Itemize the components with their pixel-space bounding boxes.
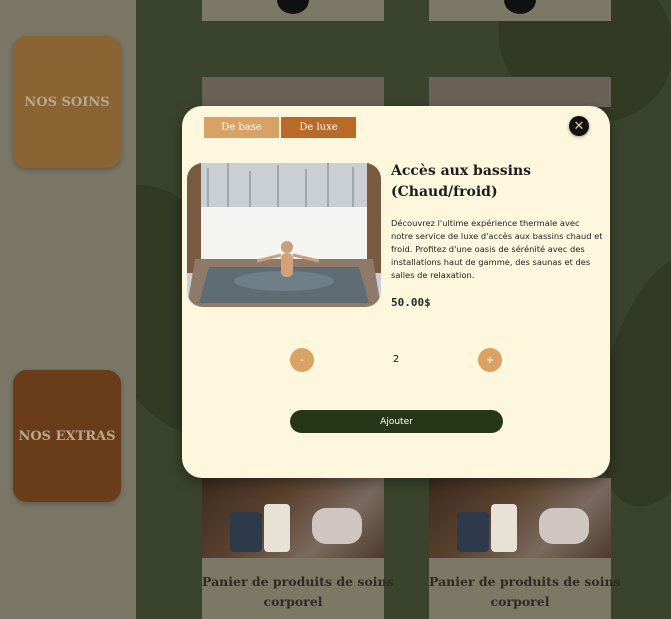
category-card-soins[interactable]: NOS SOINS [13,36,121,168]
product-title: Panier de produits de soins corporel [429,574,621,609]
product-icon [277,0,309,14]
add-button-label: Ajouter [380,416,413,427]
hot-spring-scene [187,163,381,307]
category-card-extras[interactable]: NOS EXTRAS [13,370,121,502]
product-card[interactable] [202,77,384,107]
tab-de-base[interactable]: De base [204,117,279,138]
product-icon [504,0,536,14]
product-card[interactable] [429,0,611,21]
add-to-cart-button[interactable]: Ajouter [290,410,503,433]
product-card[interactable] [429,77,611,107]
tab-de-luxe[interactable]: De luxe [281,117,356,138]
tab-label: De base [221,122,262,133]
product-photo [187,163,381,307]
product-image [429,478,611,558]
quantity-decrease-button[interactable]: - [290,348,314,372]
product-title: Accès aux bassins (Chaud/froid) [391,163,532,200]
category-label: NOS SOINS [24,94,110,110]
category-sidebar: NOS SOINS NOS EXTRAS [0,0,136,619]
tab-label: De luxe [299,122,338,133]
product-card[interactable]: Panier de produits de soins corporel [429,478,621,619]
product-modal: De base De luxe ✕ Accès aux bassins (Cha… [182,106,610,478]
minus-label: - [300,354,304,366]
quantity-increase-button[interactable]: + [478,348,502,372]
product-description: Découvrez l'ultime expérience thermale a… [391,218,603,280]
product-card[interactable] [202,0,384,21]
plus-label: + [485,354,495,366]
product-title: Panier de produits de soins corporel [202,574,394,609]
close-icon[interactable]: ✕ [569,116,589,136]
category-label: NOS EXTRAS [18,428,116,444]
product-card[interactable]: Panier de produits de soins corporel [202,478,394,619]
quantity-value: 2 [392,354,400,365]
product-image [202,478,384,558]
product-price: 50.00$ [391,296,431,309]
